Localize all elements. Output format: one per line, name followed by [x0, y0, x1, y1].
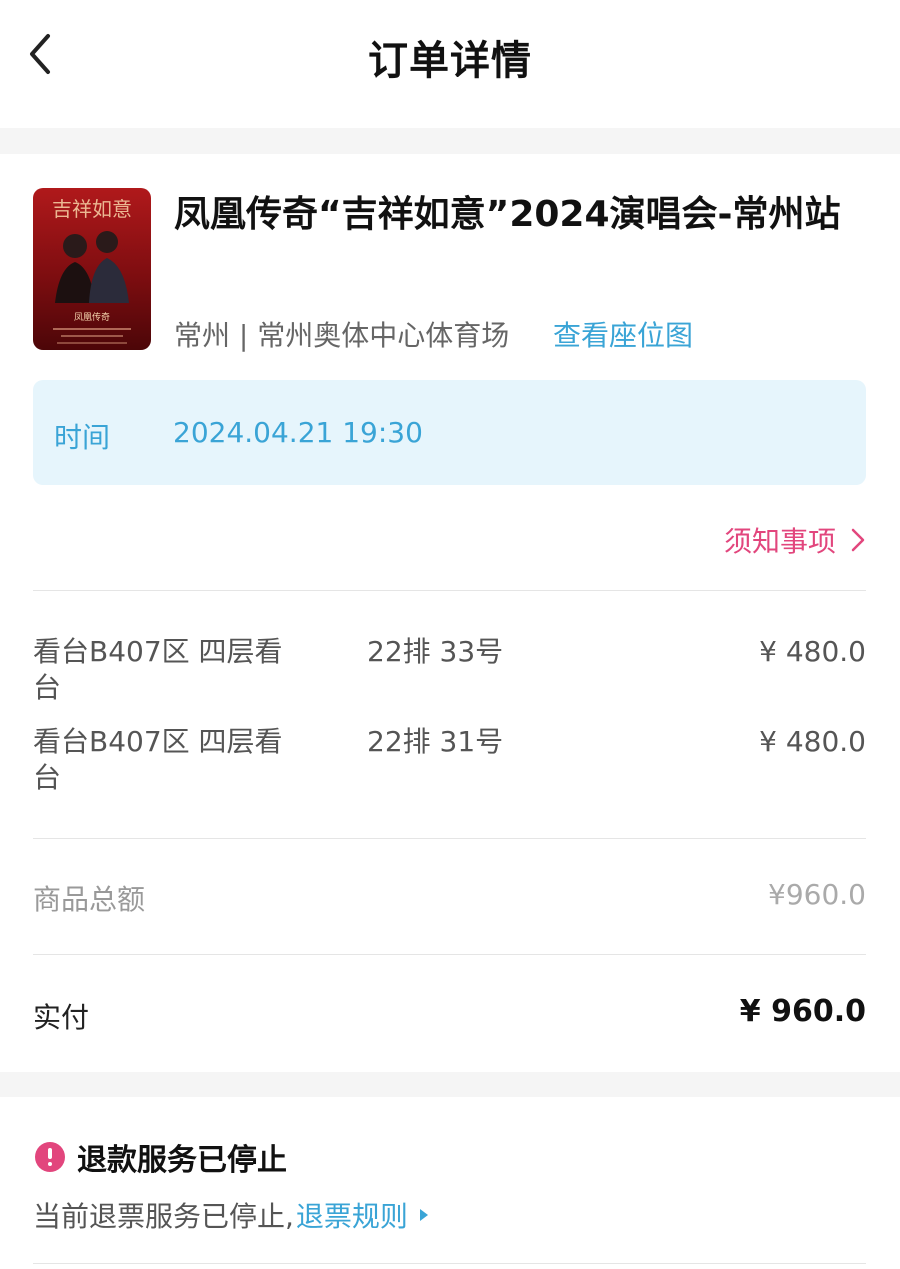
ticket-price: ¥ 480.0	[759, 725, 866, 758]
event-poster[interactable]: 吉祥如意 凤凰传奇	[33, 188, 151, 350]
time-label: 时间	[54, 421, 111, 454]
notice-link-label: 须知事项	[723, 525, 836, 558]
caret-right-icon	[419, 1209, 428, 1221]
chevron-right-icon	[851, 528, 865, 552]
refund-description-text: 当前退票服务已停止,	[33, 1200, 294, 1233]
ticket-row: 看台B407区 四层看台 22排 31号 ¥ 480.0	[33, 724, 866, 804]
event-title: 凤凰传奇“吉祥如意”2024演唱会-常州站	[174, 194, 841, 235]
refund-description: 当前退票服务已停止, 退票规则	[33, 1195, 428, 1235]
divider	[33, 590, 866, 591]
page-title: 订单详情	[368, 38, 532, 84]
subtotal-label: 商品总额	[33, 883, 146, 916]
subtotal-value: ¥960.0	[768, 878, 866, 911]
ticket-area: 看台B407区 四层看台	[33, 635, 283, 704]
ticket-price: ¥ 480.0	[759, 635, 866, 668]
time-value: 2024.04.21 19:30	[173, 416, 423, 449]
refund-rules-link[interactable]: 退票规则	[296, 1195, 408, 1235]
divider	[33, 954, 866, 955]
paid-label: 实付	[33, 1001, 90, 1034]
time-box: 时间 2024.04.21 19:30	[33, 380, 866, 485]
poster-artist-text: 凤凰传奇	[74, 311, 110, 323]
poster-image: 吉祥如意 凤凰传奇	[52, 197, 132, 344]
notice-link[interactable]: 须知事项	[724, 520, 866, 560]
refund-title-row: 退款服务已停止	[35, 1135, 287, 1179]
refund-title: 退款服务已停止	[77, 1143, 287, 1178]
event-venue: 常州 | 常州奥体中心体育场	[174, 319, 510, 352]
ticket-row: 看台B407区 四层看台 22排 33号 ¥ 480.0	[33, 634, 866, 714]
paid-value: ¥ 960.0	[739, 994, 866, 1029]
order-card: 吉祥如意 凤凰传奇 凤凰传奇“吉祥如意”2024演唱会-常州站 常州 | 常州奥…	[0, 154, 900, 1072]
refund-card: 退款服务已停止 当前退票服务已停止, 退票规则	[0, 1097, 900, 1269]
ticket-seat: 22排 31号	[367, 725, 504, 758]
ticket-area: 看台B407区 四层看台	[33, 725, 283, 794]
divider	[33, 838, 866, 839]
seat-map-link[interactable]: 查看座位图	[553, 314, 693, 354]
ticket-seat: 22排 33号	[367, 635, 504, 668]
alert-circle-icon	[35, 1142, 65, 1172]
nav-bar: 订单详情	[0, 0, 900, 128]
divider	[33, 1263, 866, 1264]
poster-title-text: 吉祥如意	[52, 197, 132, 221]
